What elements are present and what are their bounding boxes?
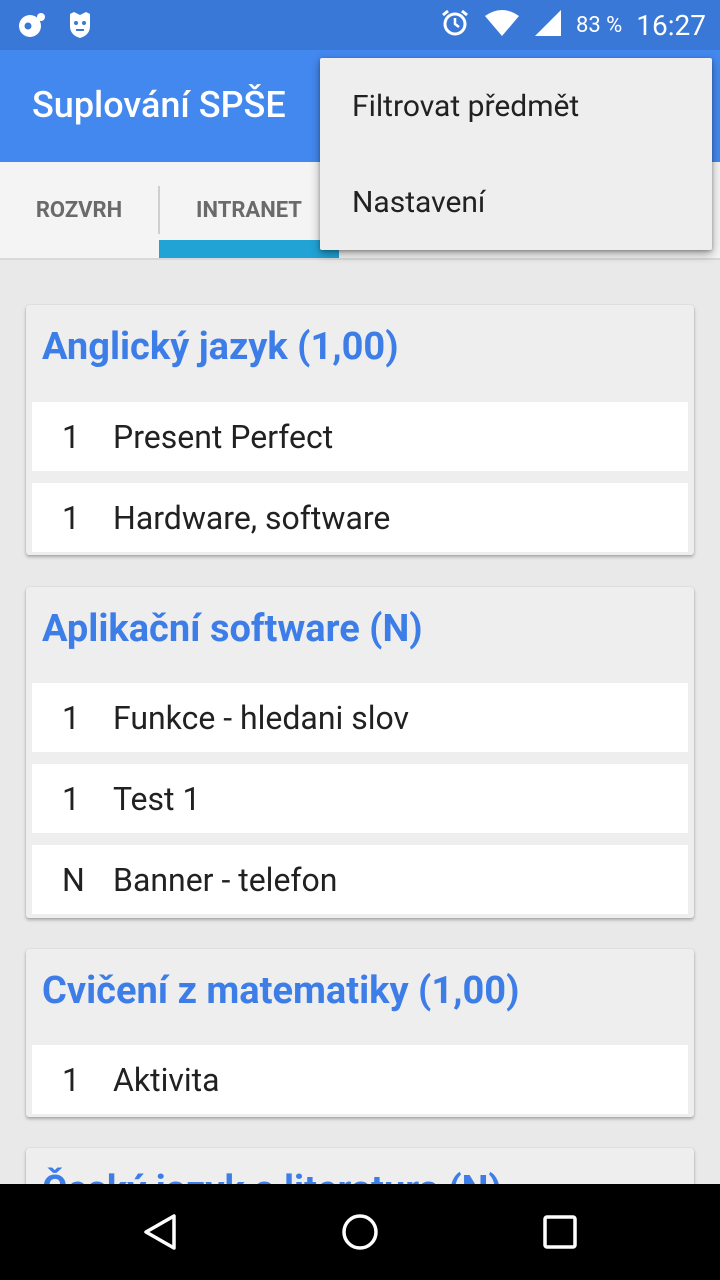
grade-value: 1	[62, 779, 80, 818]
grade-label: Present Perfect	[113, 417, 334, 456]
subject-card[interactable]: Anglický jazyk (1,00) 1 Present Perfect …	[26, 305, 694, 555]
recents-icon[interactable]	[542, 1214, 578, 1254]
grade-value: 1	[62, 498, 80, 537]
grade-label: Aktivita	[113, 1060, 220, 1099]
app-title: Suplování SPŠE	[32, 84, 286, 126]
subject-title: Aplikační software (N)	[42, 607, 423, 651]
home-icon[interactable]	[340, 1212, 380, 1256]
clock: 16:27	[636, 8, 706, 42]
status-bar: 83 % 16:27	[0, 0, 720, 50]
wifi-icon	[484, 9, 520, 41]
grade-value: 1	[62, 1060, 80, 1099]
grade-row[interactable]: N Banner - telefon	[32, 845, 688, 914]
grade-row[interactable]: 1 Funkce - hledani slov	[32, 683, 688, 752]
subject-title: Anglický jazyk (1,00)	[42, 325, 399, 369]
grade-row[interactable]: 1 Present Perfect	[32, 402, 688, 471]
tab-indicator	[159, 240, 339, 258]
android-icon	[66, 10, 94, 44]
navigation-bar	[0, 1184, 720, 1280]
subject-card[interactable]: Cvičení z matematiky (1,00) 1 Aktivita	[26, 949, 694, 1117]
grade-value: N	[62, 860, 85, 899]
grade-row[interactable]: 1 Aktivita	[32, 1045, 688, 1114]
grade-value: 1	[62, 698, 80, 737]
notification-icon	[16, 9, 48, 45]
grade-label: Funkce - hledani slov	[113, 698, 410, 737]
battery-percent: 83 %	[575, 12, 623, 38]
alarm-icon	[440, 8, 470, 42]
grade-row[interactable]: 1 Hardware, software	[32, 483, 688, 552]
back-icon[interactable]	[140, 1212, 180, 1256]
menu-item-filter-subject[interactable]: Filtrovat předmět	[320, 58, 712, 154]
grade-label: Banner - telefon	[113, 860, 338, 899]
grade-label: Hardware, software	[113, 498, 391, 537]
menu-item-settings[interactable]: Nastavení	[320, 154, 712, 250]
grade-row[interactable]: 1 Test 1	[32, 764, 688, 833]
grade-value: 1	[62, 417, 80, 456]
subject-card[interactable]: Aplikační software (N) 1 Funkce - hledan…	[26, 587, 694, 918]
subject-title: Cvičení z matematiky (1,00)	[42, 969, 520, 1013]
grade-label: Test 1	[113, 779, 201, 818]
overflow-menu: Filtrovat předmět Nastavení	[320, 58, 712, 250]
tab-rozvrh[interactable]: ROZVRH	[0, 162, 158, 258]
signal-icon	[534, 9, 562, 41]
